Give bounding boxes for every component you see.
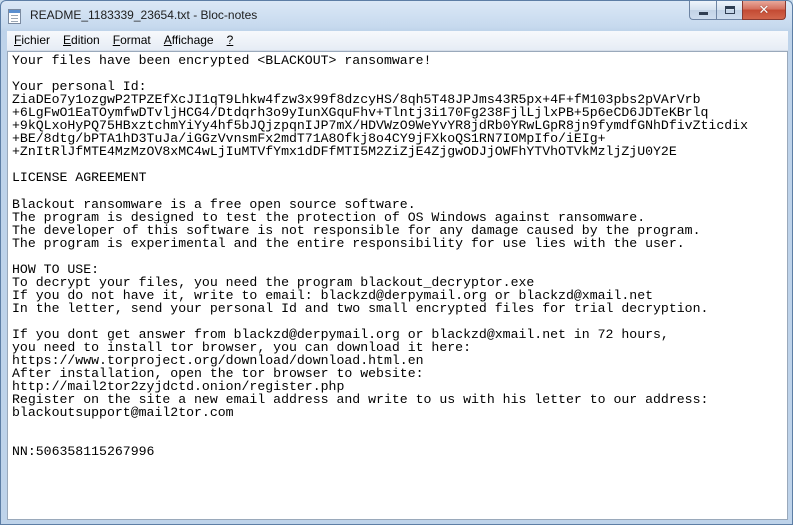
title-bar[interactable]: README_1183339_23654.txt - Bloc-notes ✕ — [1, 1, 792, 30]
close-button[interactable]: ✕ — [742, 1, 786, 20]
document-line: NN:506358115267996 — [12, 444, 155, 460]
menu-bar: Fichier Edition Format Affichage ? — [7, 31, 788, 51]
minimize-button[interactable] — [689, 1, 716, 20]
maximize-button[interactable] — [716, 1, 742, 20]
menu-edition[interactable]: Edition — [56, 31, 106, 50]
document-line: +ZnItRlJfMTE4MzMzOV8xMC4wLjIuMTVfYmx1dDF… — [12, 144, 677, 160]
window-title: README_1183339_23654.txt - Bloc-notes — [30, 8, 258, 22]
document-text[interactable]: Your files have been encrypted <BLACKOUT… — [8, 52, 787, 460]
text-editor[interactable]: Your files have been encrypted <BLACKOUT… — [7, 51, 788, 520]
menu-help[interactable]: ? — [220, 31, 240, 50]
menu-fichier[interactable]: Fichier — [7, 31, 56, 50]
document-line: LICENSE AGREEMENT — [12, 170, 147, 186]
document-line: The program is experimental and the enti… — [12, 235, 685, 251]
caption-buttons: ✕ — [689, 1, 786, 21]
maximize-icon — [725, 6, 735, 14]
document-line: In the letter, send your personal Id and… — [12, 300, 709, 316]
close-icon: ✕ — [758, 2, 770, 18]
menu-affichage[interactable]: Affichage — [157, 31, 220, 50]
document-line: blackoutsupport@mail2tor.com — [12, 405, 234, 421]
notepad-icon — [8, 9, 21, 24]
menu-format[interactable]: Format — [106, 31, 157, 50]
document-line: Your files have been encrypted <BLACKOUT… — [12, 53, 432, 68]
notepad-window: README_1183339_23654.txt - Bloc-notes ✕ … — [0, 0, 793, 525]
minimize-icon — [699, 12, 708, 15]
